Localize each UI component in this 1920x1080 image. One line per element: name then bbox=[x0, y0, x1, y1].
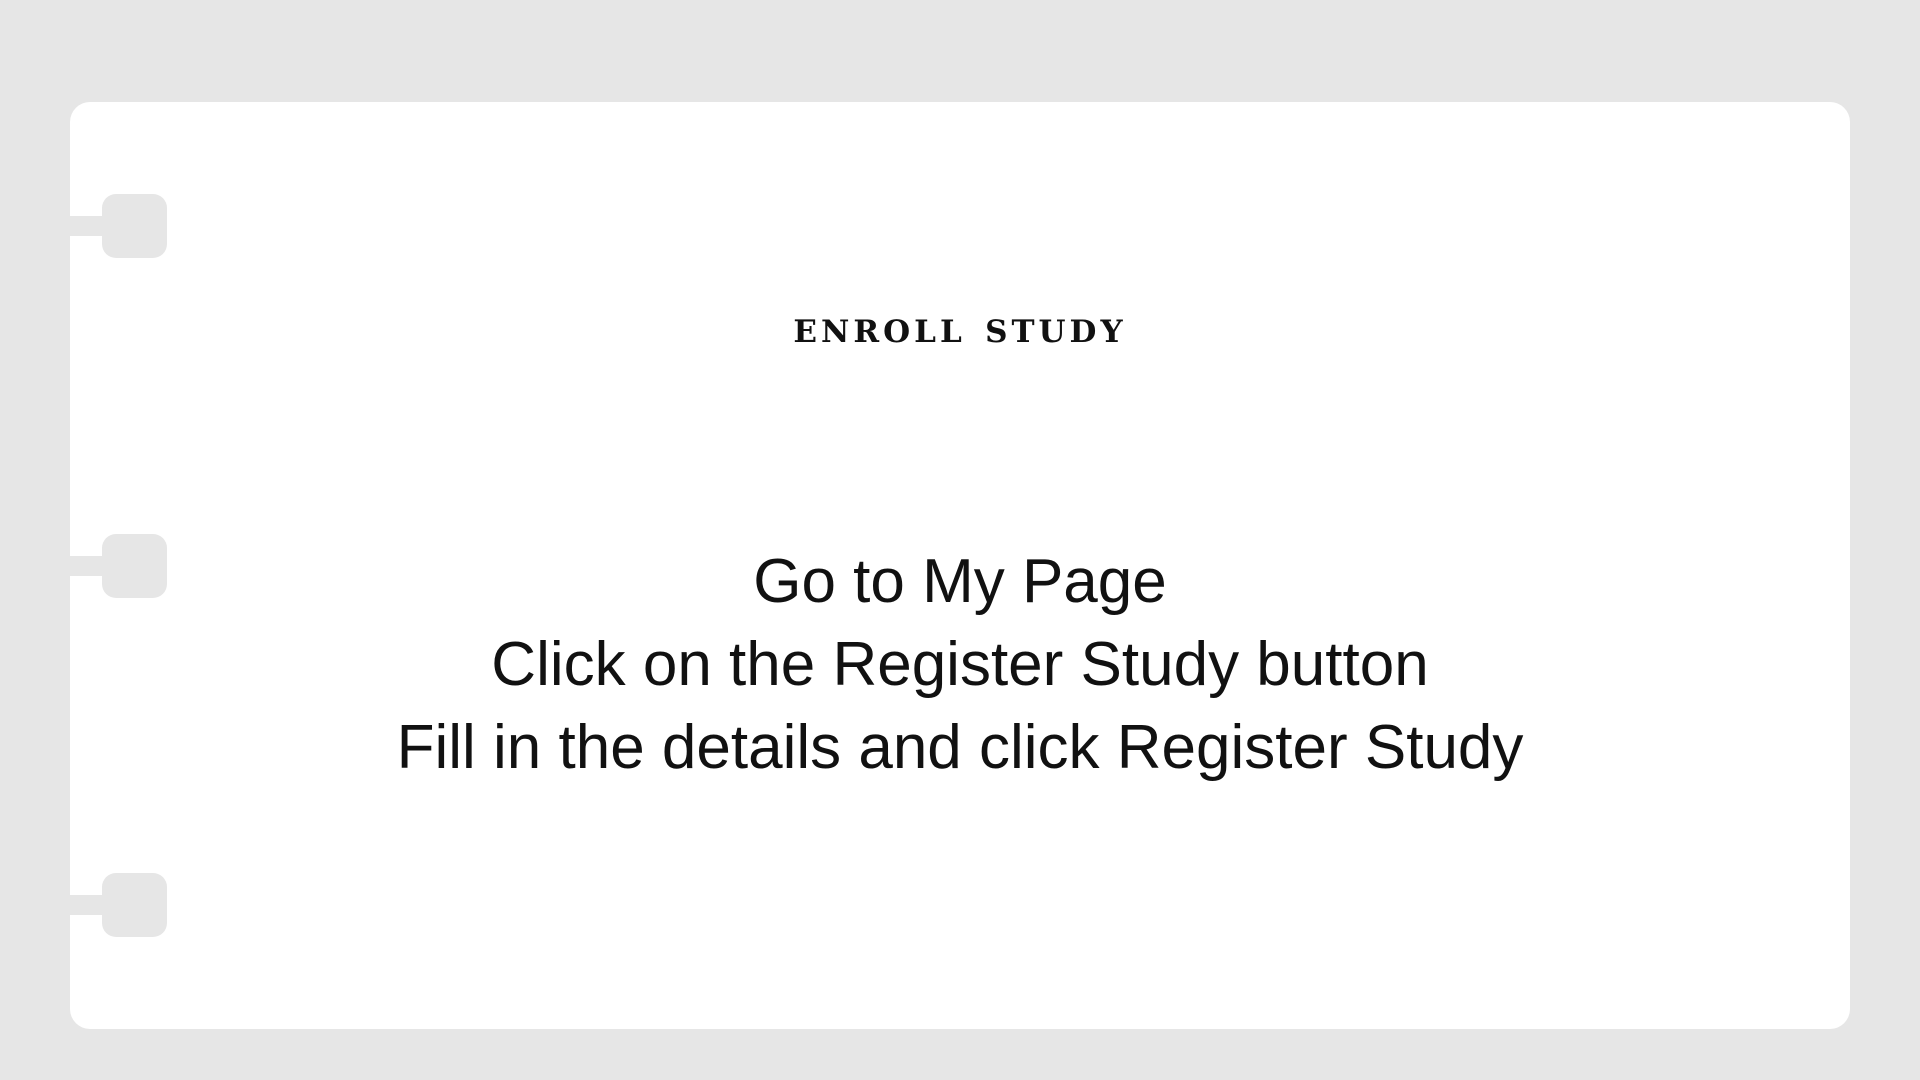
instruction-steps: Go to My Page Click on the Register Stud… bbox=[0, 540, 1920, 789]
step-go-to-my-page: Go to My Page bbox=[753, 547, 1167, 616]
binder-ring-tab bbox=[102, 194, 167, 258]
binder-ring-top bbox=[70, 194, 167, 258]
binder-ring-tab bbox=[102, 873, 167, 937]
step-fill-details: Fill in the details and click Register S… bbox=[396, 713, 1524, 782]
step-click-register-study: Click on the Register Study button bbox=[491, 630, 1429, 699]
slide-title: ENROLL STUDY bbox=[793, 302, 1127, 353]
binder-ring-bottom bbox=[70, 873, 167, 937]
